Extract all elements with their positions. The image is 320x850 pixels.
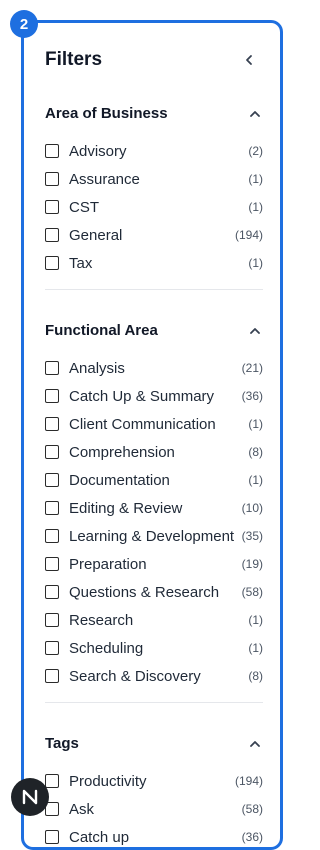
filter-option[interactable]: Tax (1) [45,253,263,273]
chevron-left-icon[interactable] [241,52,257,68]
option-count: (1) [248,256,263,270]
option-label: CST [69,198,99,216]
option-count: (36) [241,830,263,844]
section-divider [45,289,263,290]
filter-option[interactable]: General (194) [45,225,263,245]
checkbox[interactable] [45,501,59,515]
checkbox[interactable] [45,529,59,543]
filter-option[interactable]: Productivity (194) [45,771,263,791]
option-label: Scheduling [69,639,144,657]
checkbox[interactable] [45,473,59,487]
option-count: (1) [248,641,263,655]
option-label: Learning & Development [69,527,235,545]
option-label: Comprehension [69,443,175,461]
option-label: Research [69,611,134,629]
checkbox[interactable] [45,585,59,599]
option-count: (36) [241,389,263,403]
option-label: Questions & Research [69,583,220,601]
option-label: Catch up [69,828,130,846]
section-title: Functional Area [45,322,158,339]
filters-header: Filters [45,46,263,74]
checkbox[interactable] [45,417,59,431]
filter-option[interactable]: Learning & Development (35) [45,526,263,546]
option-label: Catch Up & Summary [69,387,215,405]
filters-title: Filters [45,49,103,70]
option-count: (1) [248,473,263,487]
filter-option[interactable]: Editing & Review (10) [45,498,263,518]
checkbox[interactable] [45,774,59,788]
filter-option[interactable]: Analysis (21) [45,358,263,378]
section-tags[interactable]: Tags [45,735,263,752]
option-count: (194) [234,774,263,788]
option-count: (21) [241,361,263,375]
filter-option[interactable]: Scheduling (1) [45,638,263,658]
option-count: (8) [248,669,263,683]
checkbox[interactable] [45,172,59,186]
option-label: Documentation [69,471,170,489]
checkbox[interactable] [45,641,59,655]
option-count: (1) [248,417,263,431]
filter-option[interactable]: Assurance (1) [45,169,263,189]
option-label: Tax [69,254,93,272]
checkbox[interactable] [45,557,59,571]
filter-option[interactable]: Documentation (1) [45,470,263,490]
option-count: (58) [241,585,263,599]
filter-option[interactable]: Research (1) [45,610,263,630]
checkbox[interactable] [45,256,59,270]
option-count: (1) [248,200,263,214]
option-count: (58) [241,802,263,816]
chevron-up-icon[interactable] [247,323,263,339]
option-label: Preparation [69,555,147,573]
chevron-up-icon[interactable] [247,106,263,122]
section-functional-area[interactable]: Functional Area [45,322,263,339]
checkbox[interactable] [45,144,59,158]
option-count: (194) [234,228,263,242]
step-badge: 2 [10,10,38,38]
checkbox[interactable] [45,669,59,683]
option-count: (2) [248,144,263,158]
option-label: Advisory [69,142,127,160]
option-count: (1) [248,613,263,627]
filter-option[interactable]: Comprehension (8) [45,442,263,462]
option-label: Productivity [69,772,147,790]
section-title: Tags [45,735,79,752]
checkbox[interactable] [45,228,59,242]
section-area-of-business[interactable]: Area of Business [45,105,263,122]
checkbox[interactable] [45,361,59,375]
n-logo-icon [22,789,38,805]
filter-option[interactable]: Search & Discovery (8) [45,666,263,686]
option-label: Ask [69,800,95,818]
filter-option[interactable]: Client Communication (1) [45,414,263,434]
option-count: (35) [241,529,263,543]
filter-option[interactable]: Catch Up & Summary (36) [45,386,263,406]
checkbox[interactable] [45,200,59,214]
option-label: Search & Discovery [69,667,201,685]
checkbox[interactable] [45,830,59,844]
checkbox[interactable] [45,445,59,459]
checkbox[interactable] [45,613,59,627]
filter-option[interactable]: CST (1) [45,197,263,217]
option-count: (1) [248,172,263,186]
filter-option[interactable]: Questions & Research (58) [45,582,263,602]
section-title: Area of Business [45,105,168,122]
option-count: (19) [241,557,263,571]
option-count: (8) [248,445,263,459]
section-divider [45,702,263,703]
brand-logo[interactable] [11,778,49,816]
filter-option[interactable]: Ask (58) [45,799,263,819]
option-count: (10) [241,501,263,515]
option-label: General [69,226,123,244]
filter-option[interactable]: Advisory (2) [45,141,263,161]
chevron-up-icon[interactable] [247,736,263,752]
option-label: Assurance [69,170,140,188]
option-label: Client Communication [69,415,216,433]
filter-option[interactable]: Catch up (36) [45,827,263,847]
filter-option[interactable]: Preparation (19) [45,554,263,574]
checkbox[interactable] [45,389,59,403]
option-label: Analysis [69,359,125,377]
option-label: Editing & Review [69,499,183,517]
